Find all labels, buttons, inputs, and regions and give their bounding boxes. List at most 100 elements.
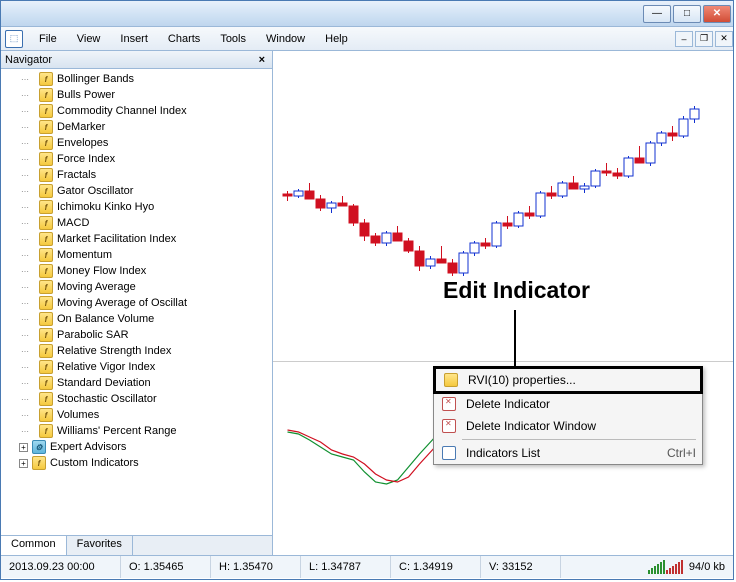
menu-help[interactable]: Help [315, 30, 358, 48]
function-icon: f [39, 296, 53, 310]
context-item-delete_window[interactable]: Delete Indicator Window [434, 415, 702, 437]
status-close: C: 1.34919 [391, 556, 481, 578]
status-datetime: 2013.09.23 00:00 [1, 556, 121, 578]
context-item-list[interactable]: Indicators List Ctrl+I [434, 442, 702, 464]
indicator-item[interactable]: ⋯fDeMarker [19, 119, 272, 135]
indicator-item[interactable]: ⋯fMarket Facilitation Index [19, 231, 272, 247]
shortcut-label: Ctrl+I [667, 446, 696, 460]
group-label: Expert Advisors [50, 441, 126, 453]
minimize-button[interactable]: — [643, 5, 671, 23]
context-item-label: Delete Indicator Window [466, 419, 596, 433]
menu-file[interactable]: File [29, 30, 67, 48]
folder-icon: f [32, 456, 46, 470]
indicator-item[interactable]: ⋯fMomentum [19, 247, 272, 263]
indicator-item[interactable]: ⋯fOn Balance Volume [19, 311, 272, 327]
indicator-item[interactable]: ⋯fFractals [19, 167, 272, 183]
indicator-item[interactable]: ⋯fWilliams' Percent Range [19, 423, 272, 439]
indicator-label: On Balance Volume [57, 313, 154, 325]
status-volume: V: 33152 [481, 556, 561, 578]
function-icon: f [39, 392, 53, 406]
app-icon: ⬚ [5, 30, 23, 48]
prop-icon [442, 372, 460, 388]
function-icon: f [39, 360, 53, 374]
function-icon: f [39, 408, 53, 422]
annotation-line [514, 310, 516, 367]
navigator-tree[interactable]: ⋯fBollinger Bands⋯fBulls Power⋯fCommodit… [1, 69, 272, 535]
close-button[interactable]: ✕ [703, 5, 731, 23]
menu-tools[interactable]: Tools [210, 30, 256, 48]
chart-main-panel[interactable] [273, 51, 733, 361]
tab-favorites[interactable]: Favorites [67, 536, 133, 555]
indicator-label: MACD [57, 217, 89, 229]
expand-icon[interactable]: + [19, 459, 28, 468]
indicator-item[interactable]: ⋯fBollinger Bands [19, 71, 272, 87]
mdi-minimize-button[interactable]: – [675, 31, 693, 47]
del-icon [440, 396, 458, 412]
status-open: O: 1.35465 [121, 556, 211, 578]
menu-insert[interactable]: Insert [110, 30, 158, 48]
indicator-label: Market Facilitation Index [57, 233, 176, 245]
navigator-group[interactable]: + ⚙ Expert Advisors [19, 439, 272, 455]
function-icon: f [39, 168, 53, 182]
context-item-label: RVI(10) properties... [468, 373, 576, 387]
indicator-label: Fractals [57, 169, 96, 181]
indicator-item[interactable]: ⋯fMoney Flow Index [19, 263, 272, 279]
indicator-label: Momentum [57, 249, 112, 261]
folder-icon: ⚙ [32, 440, 46, 454]
annotation-label: Edit Indicator [443, 277, 590, 304]
function-icon: f [39, 152, 53, 166]
function-icon: f [39, 136, 53, 150]
indicator-item[interactable]: ⋯fMoving Average [19, 279, 272, 295]
function-icon: f [39, 88, 53, 102]
status-bar: 2013.09.23 00:00 O: 1.35465 H: 1.35470 L… [1, 555, 733, 578]
context-item-label: Delete Indicator [466, 397, 550, 411]
context-item-delete[interactable]: Delete Indicator [434, 393, 702, 415]
context-menu: RVI(10) properties... Delete Indicator Del… [433, 366, 703, 465]
navigator-group[interactable]: +fCustom Indicators [19, 455, 272, 471]
indicator-item[interactable]: ⋯fRelative Vigor Index [19, 359, 272, 375]
indicator-item[interactable]: ⋯fEnvelopes [19, 135, 272, 151]
indicator-item[interactable]: ⋯fMACD [19, 215, 272, 231]
function-icon: f [39, 216, 53, 230]
indicator-item[interactable]: ⋯fVolumes [19, 407, 272, 423]
indicator-item[interactable]: ⋯fMoving Average of Oscillat [19, 295, 272, 311]
indicator-label: Relative Strength Index [57, 345, 171, 357]
tab-common[interactable]: Common [1, 536, 67, 555]
indicator-label: Volumes [57, 409, 99, 421]
context-item-properties[interactable]: RVI(10) properties... [433, 366, 703, 394]
menu-charts[interactable]: Charts [158, 30, 210, 48]
menu-view[interactable]: View [67, 30, 111, 48]
indicator-label: Moving Average of Oscillat [57, 297, 187, 309]
expand-icon[interactable]: + [19, 443, 28, 452]
navigator-close-button[interactable]: × [256, 54, 268, 66]
function-icon: f [39, 248, 53, 262]
menubar: ⬚ FileViewInsertChartsToolsWindowHelp – … [1, 27, 733, 51]
indicator-label: Force Index [57, 153, 115, 165]
maximize-button[interactable]: □ [673, 5, 701, 23]
menu-window[interactable]: Window [256, 30, 315, 48]
context-item-label: Indicators List [466, 446, 540, 460]
indicator-label: Relative Vigor Index [57, 361, 155, 373]
mdi-restore-button[interactable]: ❐ [695, 31, 713, 47]
indicator-item[interactable]: ⋯fCommodity Channel Index [19, 103, 272, 119]
indicator-item[interactable]: ⋯fParabolic SAR [19, 327, 272, 343]
indicator-item[interactable]: ⋯fIchimoku Kinko Hyo [19, 199, 272, 215]
indicator-item[interactable]: ⋯fForce Index [19, 151, 272, 167]
status-high: H: 1.35470 [211, 556, 301, 578]
indicator-item[interactable]: ⋯fRelative Strength Index [19, 343, 272, 359]
indicator-label: Commodity Channel Index [57, 105, 187, 117]
titlebar[interactable]: — □ ✕ [1, 1, 733, 27]
function-icon: f [39, 344, 53, 358]
indicator-label: Ichimoku Kinko Hyo [57, 201, 154, 213]
indicator-item[interactable]: ⋯fGator Oscillator [19, 183, 272, 199]
indicator-label: Parabolic SAR [57, 329, 129, 341]
function-icon: f [39, 232, 53, 246]
chart-area[interactable]: Edit Indicator RVI(10) properties... Dele… [273, 51, 733, 555]
navigator-panel: Navigator × ⋯fBollinger Bands⋯fBulls Pow… [1, 51, 273, 555]
indicator-item[interactable]: ⋯fStochastic Oscillator [19, 391, 272, 407]
mdi-close-button[interactable]: ✕ [715, 31, 733, 47]
function-icon: f [39, 312, 53, 326]
indicator-item[interactable]: ⋯fBulls Power [19, 87, 272, 103]
indicator-label: Moving Average [57, 281, 136, 293]
indicator-item[interactable]: ⋯fStandard Deviation [19, 375, 272, 391]
